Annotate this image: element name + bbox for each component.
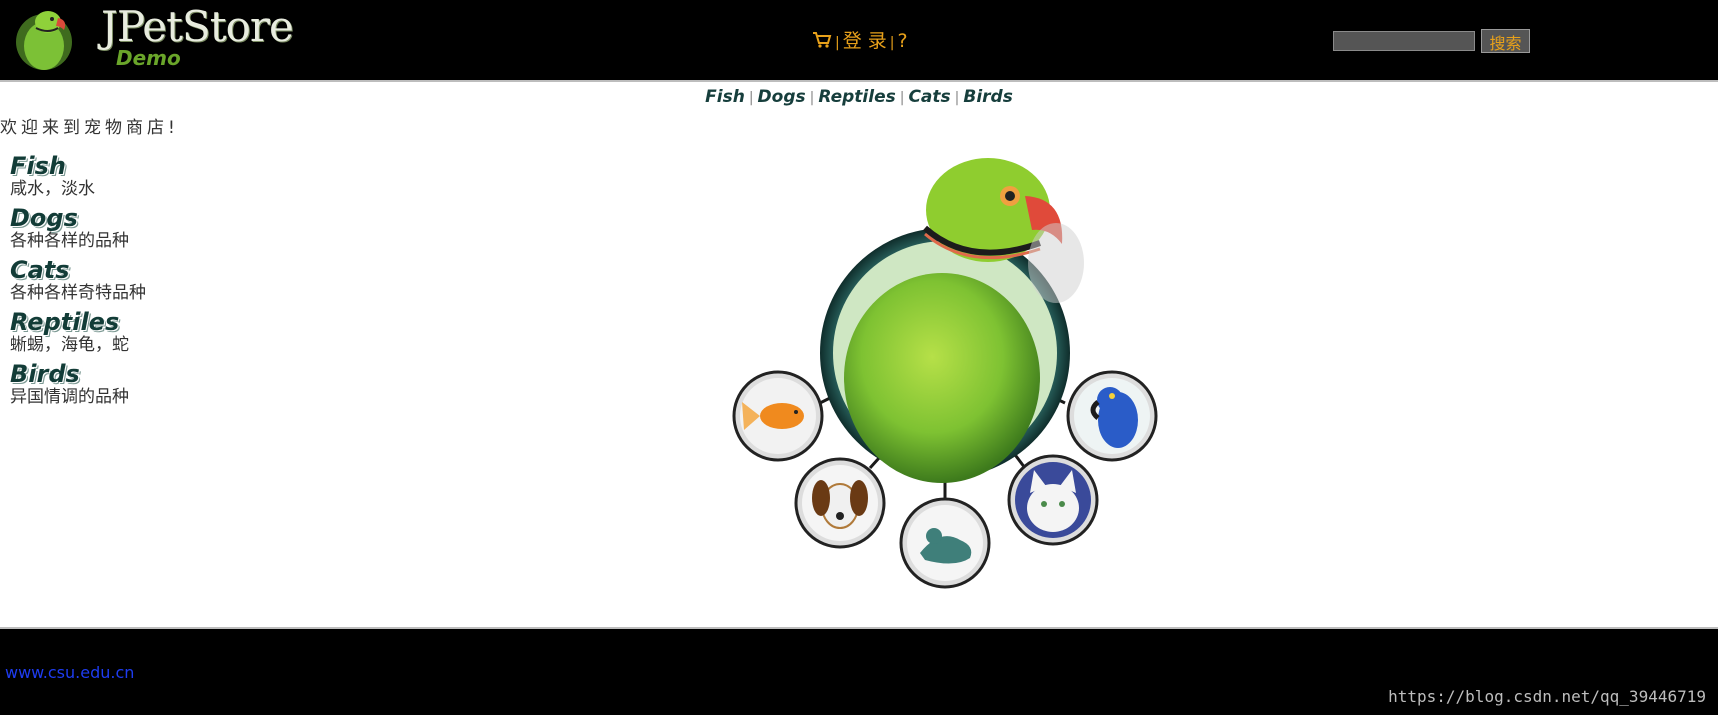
quicklink-separator: | [748, 90, 754, 106]
logo-title: JPetStore [101, 2, 294, 51]
reptiles-thumbnail[interactable] [899, 497, 991, 589]
quicklink-fish[interactable]: Fish [705, 87, 745, 107]
quicklink-separator: | [809, 90, 815, 106]
search-input[interactable] [1333, 31, 1475, 51]
page-footer: www.csu.edu.cn https://blog.csdn.net/qq_… [0, 627, 1718, 715]
quick-links-bar: Fish | Dogs | Reptiles | Cats | Birds [0, 86, 1718, 109]
category-fish: Fish 咸水，淡水 [10, 152, 270, 204]
dogs-thumbnail[interactable] [794, 457, 886, 549]
category-sidebar: Fish 咸水，淡水 Dogs 各种各样的品种 Cats 各种各样奇特品种 Re… [10, 152, 270, 412]
category-link-cats[interactable]: Cats [10, 256, 270, 284]
cats-thumbnail[interactable] [1007, 454, 1099, 546]
birds-main-image[interactable] [820, 158, 1084, 483]
logo[interactable]: JPetStore Demo [14, 2, 294, 76]
category-birds: Birds 异国情调的品种 [10, 360, 270, 412]
category-description: 各种各样奇特品种 [10, 283, 146, 303]
category-description: 咸水，淡水 [10, 179, 95, 199]
category-description: 蜥蜴，海龟，蛇 [10, 335, 129, 355]
category-dogs: Dogs 各种各样的品种 [10, 204, 270, 256]
menu-separator: | [835, 35, 840, 51]
logo-subtitle: Demo [116, 46, 181, 70]
search-button[interactable]: 搜索 [1481, 29, 1530, 53]
category-description: 异国情调的品种 [10, 387, 129, 407]
help-link[interactable]: ? [897, 30, 907, 52]
pet-image-map [732, 158, 1158, 589]
page-header: JPetStore Demo | 登 录 |? 搜索 [0, 0, 1718, 82]
category-link-birds[interactable]: Birds [10, 360, 270, 388]
quicklink-dogs[interactable]: Dogs [758, 87, 806, 107]
login-link[interactable]: 登 录 [843, 30, 887, 52]
quicklink-birds[interactable]: Birds [963, 87, 1012, 107]
category-link-fish[interactable]: Fish [10, 152, 270, 180]
category-description: 各种各样的品种 [10, 231, 129, 251]
quicklink-reptiles[interactable]: Reptiles [818, 87, 895, 107]
category-reptiles: Reptiles 蜥蜴，海龟，蛇 [10, 308, 270, 360]
watermark-text: https://blog.csdn.net/qq_39446719 [1388, 687, 1706, 706]
birds-thumbnail[interactable] [1066, 370, 1158, 462]
fish-thumbnail[interactable] [732, 370, 824, 462]
cart-icon[interactable] [812, 31, 832, 49]
category-cats: Cats 各种各样奇特品种 [10, 256, 270, 308]
quicklink-separator: | [899, 90, 905, 106]
category-link-reptiles[interactable]: Reptiles [10, 308, 270, 336]
parrot-logo-icon [16, 11, 72, 70]
category-link-dogs[interactable]: Dogs [10, 204, 270, 232]
header-menu: | 登 录 |? [812, 28, 908, 54]
footer-link[interactable]: www.csu.edu.cn [5, 663, 134, 682]
welcome-message: 欢迎来到宠物商店! [0, 118, 179, 138]
menu-separator: | [889, 35, 895, 51]
quicklink-separator: | [954, 90, 960, 106]
quicklink-cats[interactable]: Cats [908, 87, 950, 107]
